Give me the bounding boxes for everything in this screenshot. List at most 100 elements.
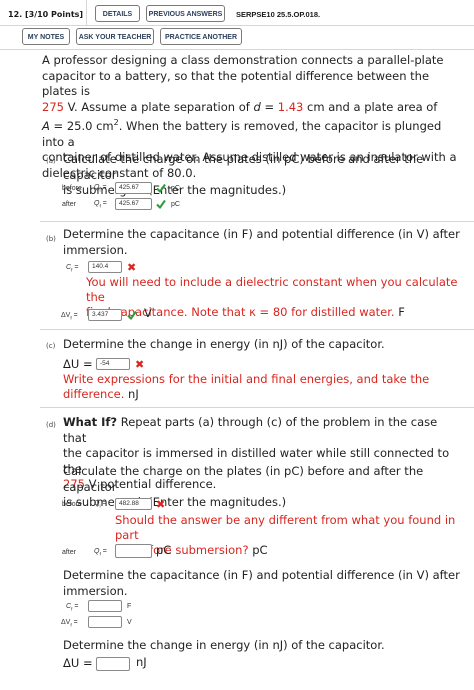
part-d-label: (d) — [46, 421, 56, 429]
area-value: = 25.0 cm — [49, 119, 114, 134]
after-label: after — [62, 201, 77, 208]
toolbar-bottom-divider — [0, 49, 474, 50]
part-a-label: (a) — [46, 157, 56, 165]
part-c-feedback: Write expressions for the initial and fi… — [63, 372, 429, 402]
part-c-line: Determine the change in energy (in nJ) o… — [63, 337, 385, 351]
du-label: ΔU = — [63, 357, 93, 371]
energy-unit: nJ — [136, 655, 147, 669]
qi-label: Qi = — [94, 500, 107, 510]
part-b-line: Determine the capacitance (in F) and pot… — [63, 227, 460, 241]
separation-value: 1.43 — [277, 99, 304, 114]
voltage-value: 275 — [42, 99, 64, 114]
qi-subscript: i — [99, 188, 101, 194]
capacitance-input[interactable]: 140.4 — [88, 261, 122, 273]
correct-check-icon — [156, 199, 166, 209]
equals-sign: = — [260, 99, 278, 114]
problem-line: 275 V. Assume a plate separation of d = … — [42, 100, 462, 116]
points-text: [3/10 Points] — [24, 10, 84, 19]
previous-answers-button[interactable]: PREVIOUS ANSWERS — [146, 5, 225, 22]
my-notes-button[interactable]: MY NOTES — [22, 28, 70, 45]
potential-difference-input[interactable]: 3.437 — [88, 309, 122, 321]
header-divider — [86, 0, 87, 25]
problem-line: A = 25.0 cm2. When the battery is remove… — [42, 115, 462, 150]
part-d-sub3-prompt: Determine the change in energy (in nJ) o… — [63, 638, 463, 654]
d-capacitance-input[interactable] — [88, 600, 122, 612]
qi-subscript: i — [99, 504, 101, 510]
charge-unit: pC — [156, 543, 172, 557]
qf-label: Qf = — [94, 200, 107, 209]
dv-label: ΔVf = — [61, 619, 78, 629]
cf-subscript: f — [71, 268, 73, 274]
part-a-line: Calculate the charge on the plates (in p… — [63, 152, 424, 182]
problem-id: SERPSE10 25.5.OP.018. — [236, 10, 321, 19]
details-button[interactable]: DETAILS — [95, 5, 140, 22]
part-d-line: immersion. — [63, 583, 128, 598]
capacitance-unit: F — [398, 305, 405, 319]
equals-sign: = — [82, 656, 93, 670]
d-energy-change-input[interactable] — [96, 657, 130, 671]
before-charge-input[interactable]: 425.67 — [115, 182, 152, 194]
qf-subscript: f — [99, 204, 101, 210]
part-b-line: immersion. — [63, 242, 128, 257]
qf-label: Qf = — [94, 548, 107, 558]
problem-text: cm and a plate area of — [303, 99, 438, 114]
after-charge-input[interactable]: 425.67 — [115, 198, 152, 210]
feedback-line: Write expressions for the initial and fi… — [63, 372, 430, 386]
correct-check-icon — [127, 310, 137, 320]
cf-label: Cf = — [66, 603, 79, 613]
part-divider — [40, 407, 474, 408]
part-d-line: Calculate the charge on the plates (in p… — [63, 464, 424, 494]
correct-check-icon — [156, 183, 166, 193]
after-label: after — [62, 549, 77, 556]
part-c-label: (c) — [46, 342, 56, 350]
part-d-line: Determine the capacitance (in F) and pot… — [63, 568, 460, 582]
energy-unit: nJ — [128, 387, 139, 401]
feedback-line: You will need to include a dielectric co… — [86, 275, 458, 304]
area-symbol: A — [42, 119, 50, 134]
d-after-charge-input[interactable] — [115, 544, 152, 558]
incorrect-x-icon: ✖ — [156, 498, 166, 511]
problem-text: V. Assume a plate separation of — [63, 99, 254, 114]
part-divider — [40, 221, 474, 222]
part-b-prompt: Determine the capacitance (in F) and pot… — [63, 227, 463, 258]
before-unit: pC — [171, 185, 180, 192]
question-number-text: 12. — [8, 10, 23, 19]
incorrect-x-icon: ✖ — [127, 261, 137, 274]
problem-line: capacitor to a battery, so that the pote… — [42, 68, 430, 99]
dv-label: ΔVf = — [61, 312, 78, 322]
cf-label: Cf = — [66, 264, 79, 274]
question-number: 12. [3/10 Points] — [8, 10, 83, 19]
potential-unit: V — [144, 306, 152, 320]
dv-subscript: f — [70, 316, 72, 322]
qi-label: Qi = — [94, 184, 107, 193]
du-symbol: ΔU — [63, 656, 80, 670]
potential-unit: V — [127, 619, 132, 626]
cf-subscript: f — [71, 607, 73, 613]
problem-line: A professor designing a class demonstrat… — [42, 53, 444, 67]
separation-symbol: d — [253, 99, 261, 114]
before-label: before — [62, 501, 82, 508]
dv-symbol: ΔV — [61, 619, 71, 626]
qf-subscript: f — [99, 552, 101, 558]
du-label: ΔU = — [63, 656, 93, 670]
feedback-line: Should the answer be any different from … — [115, 513, 456, 542]
after-unit: pC — [171, 201, 180, 208]
part-d-text: Repeat parts (a) through (c) of the prob… — [63, 415, 438, 445]
energy-change-input[interactable]: -54 — [96, 358, 130, 370]
part-c-prompt: Determine the change in energy (in nJ) o… — [63, 337, 463, 353]
feedback-line: difference. — [63, 387, 125, 401]
part-divider — [40, 329, 474, 330]
practice-another-button[interactable]: PRACTICE ANOTHER — [160, 28, 242, 45]
charge-unit: pC — [252, 543, 268, 557]
ask-teacher-button[interactable]: ASK YOUR TEACHER — [76, 28, 154, 45]
dv-symbol: ΔV — [61, 312, 71, 319]
equals-sign: = — [102, 184, 107, 191]
part-b-label: (b) — [46, 235, 56, 243]
d-before-charge-input[interactable]: 482.88 — [115, 498, 152, 510]
equals-sign: = — [102, 200, 107, 207]
d-potential-difference-input[interactable] — [88, 616, 122, 628]
capacitance-unit: F — [127, 603, 132, 610]
incorrect-x-icon: ✖ — [135, 358, 145, 371]
dv-subscript: f — [70, 623, 72, 629]
what-if-heading: What If? — [63, 415, 118, 429]
